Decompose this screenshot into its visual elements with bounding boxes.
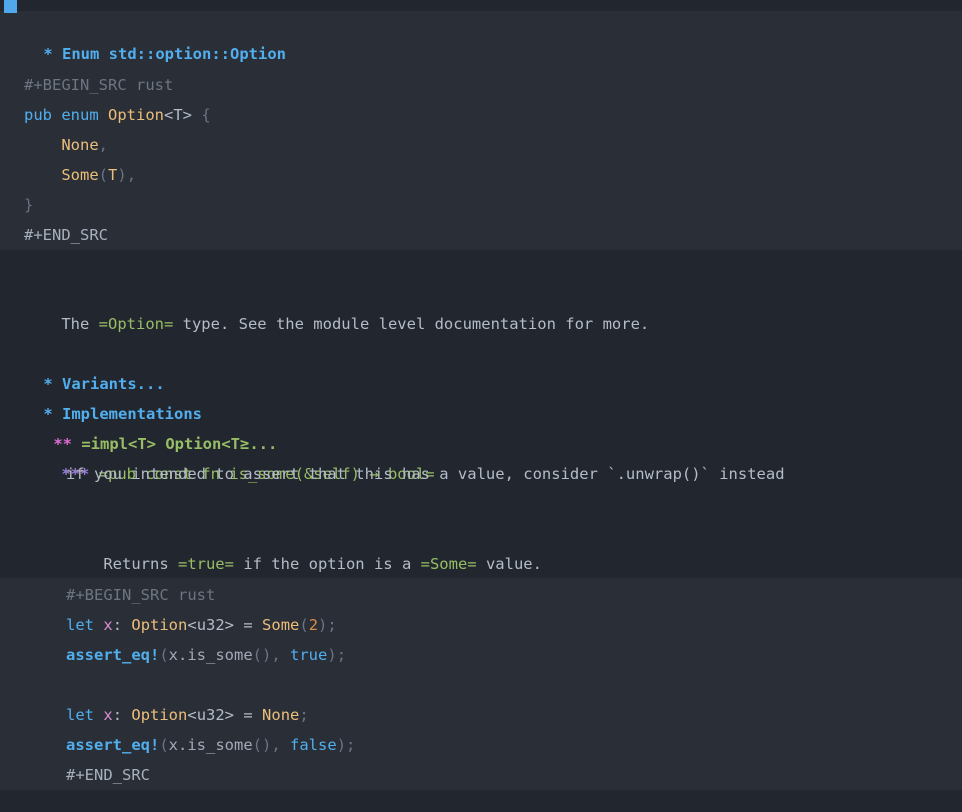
code-token-member: x.is_some [168,646,253,664]
code-token-kw: let [66,706,94,724]
description-prefix: The [61,315,99,333]
code-token-type: None [61,136,99,154]
code-token-punc: ( [159,736,169,754]
src-end-marker-1: #+END_SRC [24,226,108,244]
returns-verbatim-some: =Some= [420,555,477,573]
code-token-type: None [262,706,300,724]
code-token-plain: : [112,616,132,634]
description-paragraph: The =Option= type. See the module level … [0,279,962,333]
code-line: let x: Option<u32> = None; [0,700,962,730]
code-token-punc: } [24,196,34,214]
heading-stars: * [43,45,53,63]
note-unwrap-hint: if you intended to assert that this has … [66,465,785,483]
code-token-punc: () [252,646,272,664]
code-token-punc: , [98,136,108,154]
code-token-plain: <T> [164,106,193,124]
code-line: assert_eq!(x.is_some(), false); [0,730,962,760]
code-token-plain: = [234,616,263,634]
returns-prefix: Returns [103,555,178,573]
org-buffer[interactable]: * Enum std::option::Option #+BEGIN_SRC r… [0,0,962,812]
code-line: pub enum Option<T> { [0,100,962,130]
code-token-punc: ) [327,646,337,664]
code-token-kw: pub [24,106,52,124]
src-begin-marker-2: #+BEGIN_SRC rust [66,586,216,604]
src-begin-marker-1: #+BEGIN_SRC rust [24,76,174,94]
code-token-var: x [103,616,113,634]
returns-description: Returns =true= if the option is a =Some=… [0,519,962,573]
code-token-plain: = [234,706,263,724]
code-line: let x: Option<u32> = Some(2); [0,610,962,640]
heading-impl-option-t[interactable]: ** =impl<T> Option<T≥... [0,399,962,453]
code-token-plain: <u32> [187,616,235,634]
code-token-punc: ( [299,616,309,634]
heading-label: Enum std::option::Option [62,45,286,63]
code-token-type: Option [131,706,188,724]
code-token-num: 2 [308,616,319,634]
code-token-punc: , [126,166,137,184]
code-token-plain: : [112,706,132,724]
code-token-punc: ; [336,646,347,664]
code-token-type: Option [131,616,188,634]
code-token-bool: true [290,646,328,664]
code-token-member: x.is_some [168,736,253,754]
code-token-punc: () [252,736,272,754]
heading-implementations[interactable]: * Implementations [0,369,962,423]
code-line: } [0,190,962,220]
code-token-var: x [103,706,113,724]
heading-variants[interactable]: * Variants... [0,339,962,393]
code-token-punc: { [201,106,211,124]
code-token-type: T [108,166,118,184]
description-suffix: type. See the module level documentation… [173,315,650,333]
code-token-bool: false [290,736,337,754]
code-line: None, [0,130,962,160]
src-end-marker-2: #+END_SRC [66,766,150,784]
code-token-punc: ) [117,166,127,184]
code-token-macro: assert_eq! [66,736,160,754]
code-token-type: Option [108,106,165,124]
code-token-kw: let [66,616,94,634]
code-token-plain: <u32> [187,706,235,724]
heading-enum-option[interactable]: * Enum std::option::Option [0,9,962,63]
heading-fn-is-some[interactable]: *** =pub const fn is_some(&self) → bool= [0,429,962,483]
code-token-punc: ( [159,646,169,664]
code-token-punc: ; [346,736,356,754]
code-token-punc: , [271,736,291,754]
description-verbatim-option: =Option= [98,315,174,333]
code-token-punc: ; [299,706,309,724]
code-token-macro: assert_eq! [66,646,160,664]
code-token-punc: ( [98,166,108,184]
code-token-type: Some [262,616,300,634]
code-token-punc: ) [336,736,347,754]
code-line: assert_eq!(x.is_some(), true); [0,640,962,670]
returns-suffix: value. [476,555,542,573]
code-token-type: Some [61,166,99,184]
returns-middle: if the option is a [233,555,421,573]
code-line: Some(T), [0,160,962,190]
code-token-punc: , [271,646,291,664]
returns-verbatim-true: =true= [177,555,234,573]
code-token-punc: ; [327,616,337,634]
code-token-kw: enum [61,106,99,124]
code-token-punc: ) [318,616,328,634]
